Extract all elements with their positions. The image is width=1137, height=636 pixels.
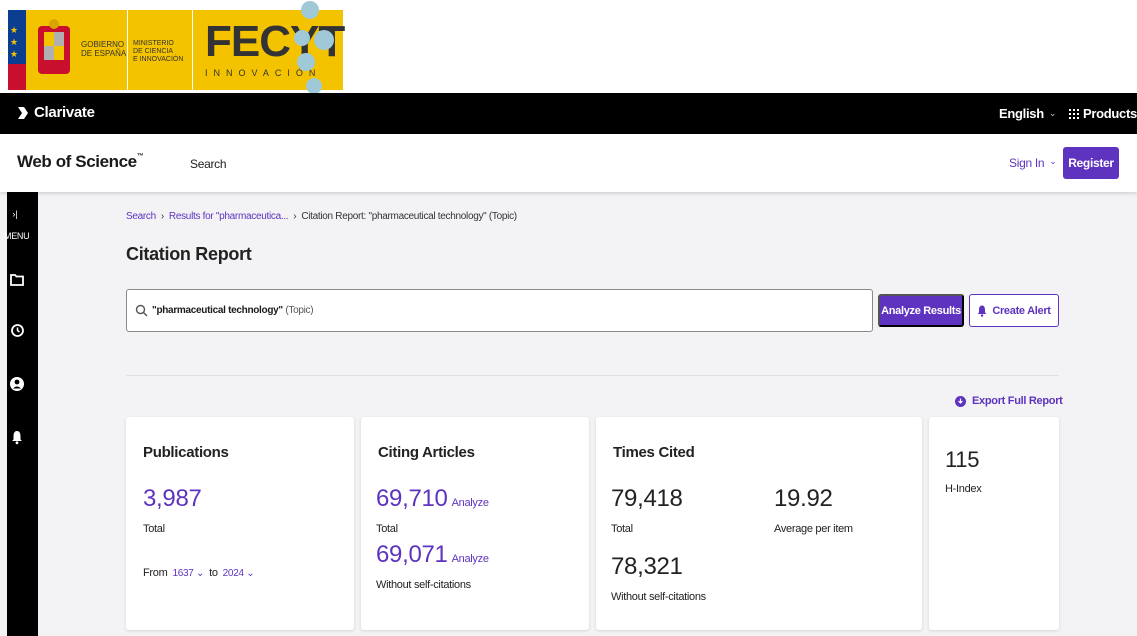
citing-articles-title: Citing Articles xyxy=(378,444,475,461)
query-text: "pharmaceutical technology" (Topic) xyxy=(152,305,314,316)
folder-icon[interactable] xyxy=(9,272,25,288)
h-index-value: 115 xyxy=(945,447,980,472)
query-search-input[interactable]: "pharmaceutical technology" (Topic) xyxy=(126,289,873,332)
citing-without-row: 69,071 Analyze xyxy=(376,541,489,569)
analyze-results-button[interactable]: Analyze Results xyxy=(878,294,964,327)
history-icon[interactable] xyxy=(9,322,25,338)
chevron-down-icon: ⌄ xyxy=(1049,156,1057,166)
menu-label[interactable]: MENU xyxy=(4,231,30,241)
eu-flag-strip: ★ ★ ★ xyxy=(8,10,26,90)
clarivate-logo[interactable]: Clarivate xyxy=(15,104,95,121)
products-menu[interactable]: Products xyxy=(1069,106,1137,121)
expand-menu-toggle[interactable]: ›| xyxy=(10,209,20,219)
breadcrumb: Search › Results for "pharmaceutica... ›… xyxy=(126,211,517,222)
sign-in-menu[interactable]: Sign In ⌄ xyxy=(1009,156,1057,170)
publications-title: Publications xyxy=(143,444,229,461)
grid-icon xyxy=(1069,108,1079,119)
chevron-down-icon: ⌄ xyxy=(246,567,255,579)
web-of-science-logo[interactable]: Web of Science™ xyxy=(17,152,144,172)
language-selector[interactable]: English ⌄ xyxy=(999,106,1056,121)
h-index-caption: H-Index xyxy=(945,483,982,495)
from-year-value: 1637 xyxy=(172,567,194,579)
publications-card: Publications 3,987 Total From 1637 ⌄ to … xyxy=(126,417,354,630)
publications-caption: Total xyxy=(143,523,165,535)
bell-icon[interactable] xyxy=(9,429,25,445)
side-navigation: ›| MENU xyxy=(4,192,38,636)
year-range: From 1637 ⌄ to 2024 ⌄ xyxy=(143,567,255,579)
average-per-item-value: 19.92 xyxy=(774,485,833,512)
page-title: Citation Report xyxy=(126,244,252,264)
times-cited-without-self-value: 78,321 xyxy=(611,553,683,580)
nav-search-link[interactable]: Search xyxy=(190,157,227,171)
citing-total-caption: Total xyxy=(376,523,398,535)
bell-icon xyxy=(977,305,987,317)
chevron-down-icon: ⌄ xyxy=(1048,108,1057,118)
sign-in-label: Sign In xyxy=(1009,156,1045,170)
download-icon xyxy=(955,395,966,407)
times-cited-total-caption: Total xyxy=(611,523,633,535)
breadcrumb-separator: › xyxy=(160,211,164,222)
breadcrumb-results[interactable]: Results for "pharmaceutica... xyxy=(169,211,289,222)
breadcrumb-current: Citation Report: "pharmaceutical technol… xyxy=(301,211,517,222)
times-cited-card: Times Cited 79,418 Total 19.92 Average p… xyxy=(596,417,922,630)
times-cited-without-caption: Without self-citations xyxy=(611,591,706,603)
to-year-value: 2024 xyxy=(222,567,244,579)
citing-articles-card: Citing Articles 69,710 Analyze Total 69,… xyxy=(361,417,589,630)
chevron-down-icon: ⌄ xyxy=(196,567,205,579)
publications-value[interactable]: 3,987 xyxy=(143,485,202,513)
citing-total-value[interactable]: 69,710 xyxy=(376,485,448,513)
times-cited-title: Times Cited xyxy=(613,444,695,461)
search-icon xyxy=(135,304,148,317)
create-alert-button[interactable]: Create Alert xyxy=(969,294,1059,327)
fecyt-molecule-icon xyxy=(294,1,334,93)
products-label: Products xyxy=(1083,106,1137,121)
user-profile-icon[interactable] xyxy=(9,376,25,392)
wos-logo-text: Web of Science xyxy=(17,152,137,171)
institution-banner: ★ ★ ★ GOBIERNO DE ESPAÑA MINISTERIO DE CIE… xyxy=(0,0,1137,93)
clarivate-mark-icon xyxy=(18,106,28,119)
to-year-select[interactable]: 2024 ⌄ xyxy=(223,568,255,579)
query-term: "pharmaceutical technology" xyxy=(152,305,283,316)
from-year-select[interactable]: 1637 ⌄ xyxy=(172,568,204,579)
citing-without-caption: Without self-citations xyxy=(376,579,471,591)
analyze-without-self-link[interactable]: Analyze xyxy=(452,553,489,565)
times-cited-total-value: 79,418 xyxy=(611,485,683,512)
citing-total-row: 69,710 Analyze xyxy=(376,485,489,513)
wos-header: Web of Science™ Search Sign In ⌄ Registe… xyxy=(0,134,1137,192)
clarivate-brand-text: Clarivate xyxy=(34,104,95,121)
language-label: English xyxy=(999,106,1044,121)
h-index-card: 115 H-Index xyxy=(929,417,1059,630)
query-field: (Topic) xyxy=(285,305,314,316)
from-label: From xyxy=(143,567,168,579)
create-alert-label: Create Alert xyxy=(992,304,1051,317)
trademark-mark: ™ xyxy=(136,153,144,160)
average-per-item-caption: Average per item xyxy=(774,523,853,535)
analyze-citing-link[interactable]: Analyze xyxy=(452,497,489,509)
breadcrumb-separator: › xyxy=(293,211,297,222)
export-full-report-link[interactable]: Export Full Report xyxy=(955,395,1063,407)
gobierno-text: GOBIERNO DE ESPAÑA xyxy=(81,40,127,58)
clarivate-topbar: Clarivate English ⌄ Products xyxy=(0,93,1137,134)
export-label: Export Full Report xyxy=(972,395,1063,407)
to-label: to xyxy=(209,567,218,579)
ministerio-text: MINISTERIO DE CIENCIA E INNOVACIÓN xyxy=(133,40,184,63)
coat-of-arms-icon xyxy=(38,19,70,74)
citing-without-self-value[interactable]: 69,071 xyxy=(376,541,448,569)
breadcrumb-search[interactable]: Search xyxy=(126,211,156,222)
section-divider xyxy=(126,375,1059,376)
register-button[interactable]: Register xyxy=(1063,147,1119,179)
